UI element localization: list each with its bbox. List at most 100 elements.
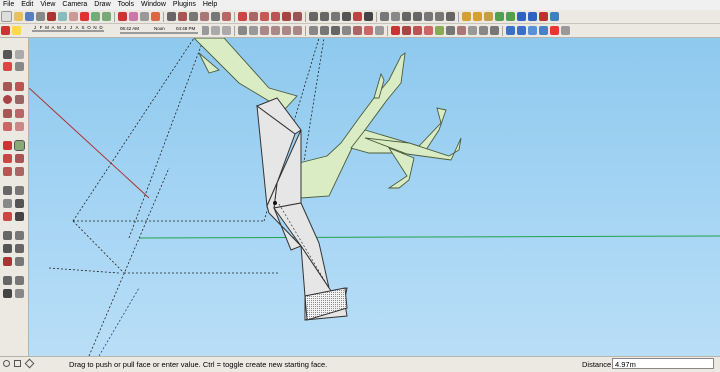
protractor-icon[interactable] — [331, 12, 340, 21]
smoove-icon[interactable] — [528, 26, 537, 35]
new-icon[interactable] — [1, 11, 12, 22]
eraser-icon[interactable] — [3, 62, 12, 71]
month-slider[interactable] — [32, 30, 104, 32]
open-icon[interactable] — [14, 12, 23, 21]
dimension-icon[interactable] — [320, 12, 329, 21]
credits-icon[interactable] — [14, 360, 21, 367]
walk-icon[interactable] — [3, 289, 12, 298]
circle-icon[interactable] — [189, 12, 198, 21]
model-viewport[interactable] — [29, 38, 720, 356]
right-view-icon[interactable] — [271, 26, 280, 35]
protractor-icon[interactable] — [3, 199, 12, 208]
drape-icon[interactable] — [550, 26, 559, 35]
line-icon[interactable] — [178, 12, 187, 21]
get-models-icon[interactable] — [462, 12, 471, 21]
rectangle-icon[interactable] — [3, 82, 12, 91]
three-point-arc-icon[interactable] — [15, 122, 24, 131]
pan-icon[interactable] — [15, 231, 24, 240]
move-icon[interactable] — [3, 141, 12, 150]
pie-icon[interactable] — [3, 122, 12, 131]
back-edges-icon[interactable] — [320, 26, 329, 35]
menu-file[interactable]: File — [0, 0, 18, 10]
tool-icon[interactable] — [457, 26, 466, 35]
sandbox-scratch-icon[interactable] — [517, 26, 526, 35]
scale-icon[interactable] — [3, 167, 12, 176]
freehand-icon[interactable] — [222, 12, 231, 21]
follow-me-icon[interactable] — [15, 154, 24, 163]
xray-icon[interactable] — [309, 26, 318, 35]
make-component-icon[interactable] — [129, 12, 138, 21]
look-around-icon[interactable] — [15, 276, 24, 285]
position-camera-icon[interactable] — [3, 276, 12, 285]
section-cut-icon[interactable] — [222, 26, 231, 35]
toggle-terrain-icon[interactable] — [506, 12, 515, 21]
left-view-icon[interactable] — [293, 26, 302, 35]
offset-icon[interactable] — [15, 167, 24, 176]
eraser-icon[interactable] — [140, 12, 149, 21]
red-tool-icon[interactable] — [391, 26, 400, 35]
sun-icon[interactable] — [12, 26, 21, 35]
time-slider[interactable] — [120, 32, 198, 34]
3d-text-icon[interactable] — [364, 12, 373, 21]
menu-help[interactable]: Help — [200, 0, 221, 10]
menu-view[interactable]: View — [37, 0, 59, 10]
tape-measure-icon[interactable] — [3, 186, 12, 195]
previous-view-icon[interactable] — [424, 12, 433, 21]
shaded-textures-icon[interactable] — [364, 26, 373, 35]
copy-icon[interactable] — [58, 12, 67, 21]
make-component-icon[interactable] — [15, 50, 24, 59]
redo-icon[interactable] — [102, 12, 111, 21]
zoom-icon[interactable] — [402, 12, 411, 21]
tool-icon[interactable] — [468, 26, 477, 35]
polygon-icon[interactable] — [15, 95, 24, 104]
sandbox-icon[interactable] — [506, 26, 515, 35]
circle-icon[interactable] — [3, 95, 12, 104]
rectangle-icon[interactable] — [167, 12, 176, 21]
stamp-icon[interactable] — [539, 26, 548, 35]
tool-icon[interactable] — [402, 26, 411, 35]
tool-icon[interactable] — [446, 26, 455, 35]
rotate-icon[interactable] — [260, 12, 269, 21]
dimension-icon[interactable] — [15, 186, 24, 195]
photo-textures-icon[interactable] — [517, 12, 526, 21]
menu-tools[interactable]: Tools — [115, 0, 138, 10]
preview-earth-icon[interactable] — [528, 12, 537, 21]
axes-icon[interactable] — [3, 212, 12, 221]
menu-window[interactable]: Window — [138, 0, 170, 10]
select-icon[interactable] — [3, 50, 12, 59]
zoom-extents-icon[interactable] — [446, 12, 455, 21]
zoom-extents-icon[interactable] — [3, 257, 12, 266]
add-detail-icon[interactable] — [561, 26, 570, 35]
layout-icon[interactable] — [550, 12, 559, 21]
paint-bucket-icon[interactable] — [15, 62, 24, 71]
add-location-icon[interactable] — [495, 12, 504, 21]
print-icon[interactable] — [36, 12, 45, 21]
arc-icon[interactable] — [200, 12, 209, 21]
section-plane-icon[interactable] — [15, 289, 24, 298]
select-icon[interactable] — [118, 12, 127, 21]
geo-location-icon[interactable] — [3, 360, 10, 367]
menu-camera[interactable]: Camera — [59, 0, 91, 10]
previous-view-icon[interactable] — [15, 257, 24, 266]
monochrome-icon[interactable] — [375, 26, 384, 35]
3d-text-icon[interactable] — [15, 212, 24, 221]
menu-edit[interactable]: Edit — [18, 0, 37, 10]
scale-icon[interactable] — [282, 12, 291, 21]
front-view-icon[interactable] — [260, 26, 269, 35]
zoom-icon[interactable] — [3, 244, 12, 253]
save-icon[interactable] — [25, 12, 34, 21]
follow-me-icon[interactable] — [271, 12, 280, 21]
share-model-icon[interactable] — [473, 12, 482, 21]
help-icon[interactable] — [24, 358, 35, 369]
menu-draw[interactable]: Draw — [91, 0, 114, 10]
hidden-line-icon[interactable] — [342, 26, 351, 35]
tool-icon[interactable] — [435, 26, 444, 35]
move-icon[interactable] — [238, 12, 247, 21]
pan-icon[interactable] — [391, 12, 400, 21]
menu-plugins[interactable]: Plugins — [170, 0, 200, 10]
offset-icon[interactable] — [293, 12, 302, 21]
iso-view-icon[interactable] — [238, 26, 247, 35]
polygon-icon[interactable] — [211, 12, 220, 21]
next-view-icon[interactable] — [435, 12, 444, 21]
tool-icon[interactable] — [490, 26, 499, 35]
